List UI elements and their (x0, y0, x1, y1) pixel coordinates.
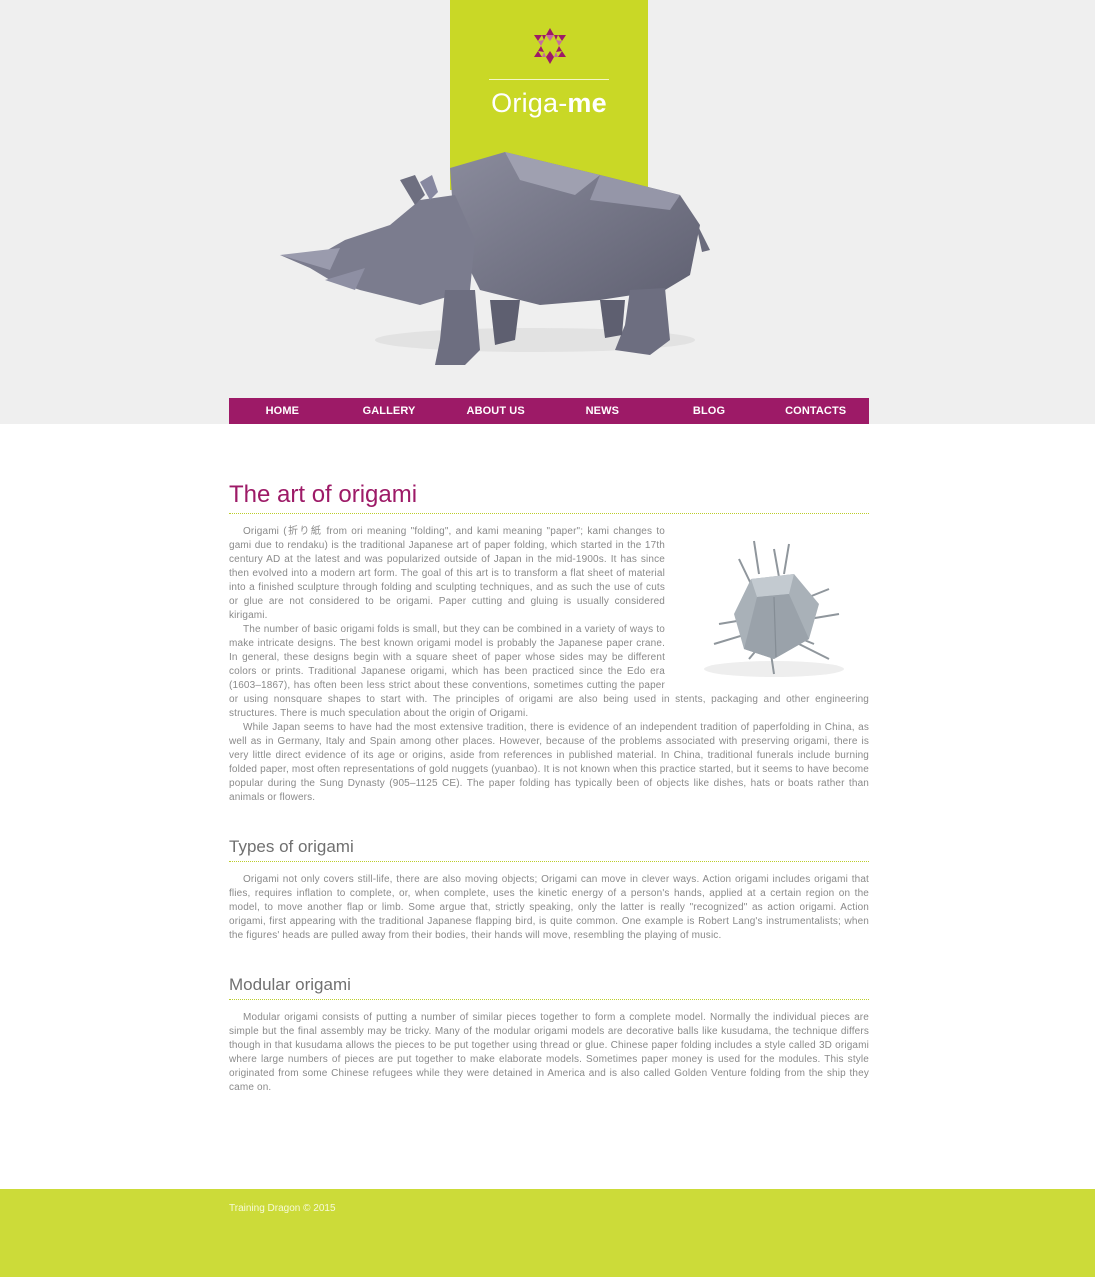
types-section: Types of origami Origami not only covers… (229, 835, 869, 943)
nav-item-about-us[interactable]: ABOUT US (442, 398, 549, 424)
site-footer: Training Dragon © 2015 (0, 1189, 1095, 1277)
origami-beetle-image (679, 529, 869, 689)
title-divider (229, 513, 869, 514)
modular-paragraph: Modular origami consists of putting a nu… (229, 1012, 869, 1093)
modular-divider (229, 999, 869, 1000)
article-paragraph-3: While Japan seems to have had the most e… (229, 722, 869, 803)
main-content: The art of origami Origami (折り紙 from ori… (229, 480, 869, 1095)
logo-text-prefix: Origa- (491, 88, 568, 118)
site-logo-text[interactable]: Origa-me (450, 88, 648, 119)
types-divider (229, 861, 869, 862)
logo-divider (489, 79, 609, 80)
logo-text-suffix: me (567, 88, 607, 118)
modular-section: Modular origami Modular origami consists… (229, 973, 869, 1095)
nav-item-home[interactable]: HOME (229, 398, 336, 424)
types-paragraph: Origami not only covers still-life, ther… (229, 874, 869, 941)
star-of-triangles-icon[interactable] (530, 26, 570, 66)
nav-item-gallery[interactable]: GALLERY (336, 398, 443, 424)
types-title: Types of origami (229, 837, 354, 856)
article-body: Origami (折り紙 from ori meaning "folding",… (229, 525, 869, 805)
nav-item-blog[interactable]: BLOG (656, 398, 763, 424)
modular-title: Modular origami (229, 975, 351, 994)
main-nav: HOME GALLERY ABOUT US NEWS BLOG CONTACTS (229, 398, 869, 424)
footer-copyright: Training Dragon © 2015 (229, 1203, 336, 1214)
article-title: The art of origami (229, 481, 418, 508)
origami-rhino-image (280, 152, 710, 365)
nav-item-news[interactable]: NEWS (549, 398, 656, 424)
nav-item-contacts[interactable]: CONTACTS (762, 398, 869, 424)
